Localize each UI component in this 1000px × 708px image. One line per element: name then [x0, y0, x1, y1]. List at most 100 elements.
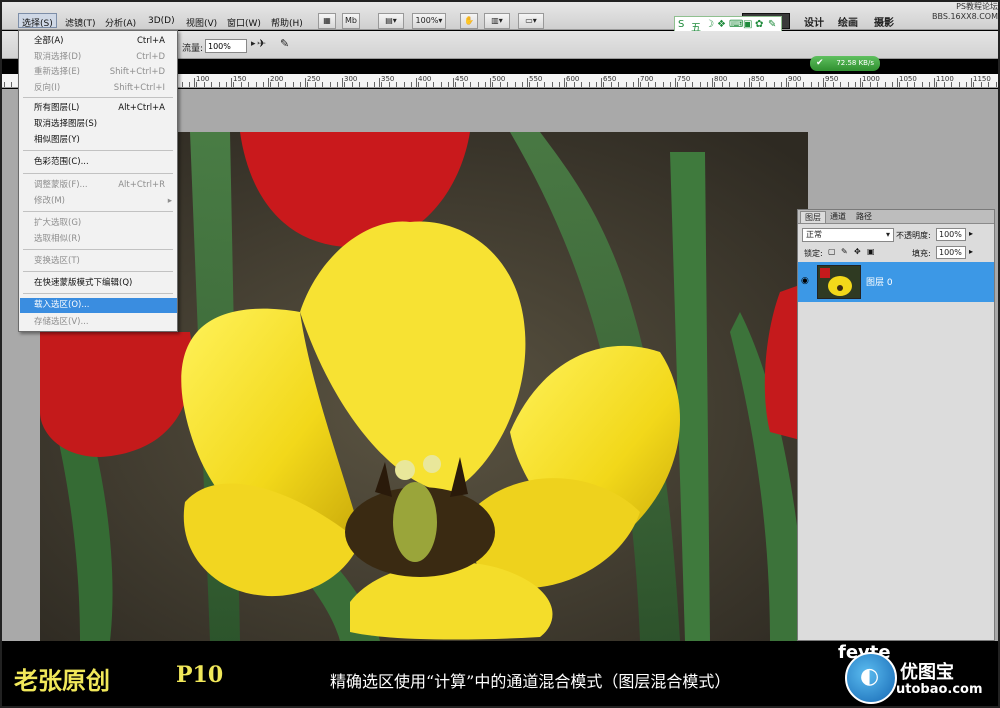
tab-layers[interactable]: 图层 — [800, 211, 826, 223]
layer-row[interactable]: ◉ 图层 0 — [798, 262, 994, 302]
opacity-slider-icon[interactable]: ▸ — [969, 229, 973, 238]
view-extras-dropdown[interactable]: ▤▾ — [378, 13, 404, 29]
punctuation-icon[interactable]: ❖ — [717, 19, 726, 30]
ruler-minor-tick — [293, 82, 294, 87]
workspace-photography[interactable]: 摄影 — [874, 14, 894, 29]
menu-item-all-layers[interactable]: 所有图层(L) Alt+Ctrl+A — [20, 101, 177, 116]
tablet-pressure-icon[interactable]: ✎ — [280, 37, 289, 50]
ruler-minor-tick — [700, 82, 701, 87]
airbrush-icon[interactable]: ✈ — [257, 37, 266, 50]
hand-tool-button[interactable]: ✋ — [460, 13, 478, 29]
ruler-minor-tick — [796, 82, 797, 87]
ruler-minor-tick — [278, 82, 279, 87]
ruler-tick-label: 450 — [455, 75, 469, 83]
ruler-minor-tick — [367, 82, 368, 87]
menu-item-color-range[interactable]: 色彩范围(C)... — [20, 155, 177, 170]
ruler-minor-tick — [907, 82, 908, 87]
fill-slider-icon[interactable]: ▸ — [969, 247, 973, 256]
ruler-tick — [453, 78, 454, 87]
menu-item-refine-mask[interactable]: 调整蒙版(F)... Alt+Ctrl+R — [20, 178, 177, 193]
menu-window[interactable]: 窗口(W) — [224, 14, 264, 29]
screen-mode-dropdown[interactable]: ▭▾ — [518, 13, 544, 29]
moon-icon[interactable]: ☽ — [705, 19, 714, 30]
blend-mode-select[interactable]: 正常 ▾ — [802, 228, 894, 242]
utobao-logo-text: 优图宝 — [900, 662, 954, 683]
launch-bridge-button[interactable]: ▦ — [318, 13, 336, 29]
tab-channels[interactable]: 通道 — [826, 211, 850, 223]
workspace-painting[interactable]: 绘画 — [838, 14, 858, 29]
flow-input[interactable] — [205, 39, 247, 53]
fill-label: 填充: — [912, 249, 931, 258]
menu-item-grow[interactable]: 扩大选取(G) — [20, 216, 177, 231]
select-menu-dropdown: 全部(A) Ctrl+A 取消选择(D) Ctrl+D 重新选择(E) Shift+Ctr… — [18, 30, 178, 332]
eye-icon[interactable]: ◉ — [801, 276, 813, 286]
menu-item-label: 所有图层(L) — [34, 103, 80, 113]
menu-item-transform-selection[interactable]: 变换选区(T) — [20, 254, 177, 269]
menu-item-similar[interactable]: 选取相似(R) — [20, 232, 177, 247]
flow-dropdown-icon[interactable]: ▸ — [251, 39, 256, 49]
ruler-minor-tick — [374, 82, 375, 87]
ruler-minor-tick — [307, 82, 308, 87]
author-title: 老张原创 — [14, 666, 110, 695]
menu-item-reselect[interactable]: 重新选择(E) Shift+Ctrl+D — [20, 65, 177, 80]
menu-item-label: 相似图层(Y) — [34, 135, 80, 145]
menu-item-quick-mask[interactable]: 在快速蒙版模式下编辑(Q) — [20, 276, 177, 291]
menu-item-deselect-layers[interactable]: 取消选择图层(S) — [20, 117, 177, 132]
menu-item-all[interactable]: 全部(A) Ctrl+A — [20, 34, 177, 49]
arrange-documents-dropdown[interactable]: ▥▾ — [484, 13, 510, 29]
menu-item-similar-layers[interactable]: 相似图层(Y) — [20, 133, 177, 148]
ruler-minor-tick — [263, 82, 264, 87]
menu-3d[interactable]: 3D(D) — [145, 14, 178, 29]
menu-item-modify[interactable]: 修改(M) ▸ — [20, 194, 177, 209]
lock-position-icon[interactable]: ✥ — [854, 247, 861, 256]
menu-item-inverse[interactable]: 反向(I) Shift+Ctrl+I — [20, 81, 177, 96]
lock-image-icon[interactable]: ✎ — [841, 247, 848, 256]
ruler-minor-tick — [870, 82, 871, 87]
menu-item-deselect[interactable]: 取消选择(D) Ctrl+D — [20, 50, 177, 65]
ruler-minor-tick — [426, 82, 427, 87]
menu-select[interactable]: 选择(S) — [18, 13, 57, 29]
ruler-tick — [934, 78, 935, 87]
menu-separator — [23, 249, 173, 250]
menu-item-save-selection[interactable]: 存储选区(V)... — [20, 315, 177, 330]
zoom-level-dropdown[interactable]: 100%▾ — [412, 13, 446, 29]
workspace-design[interactable]: 设计 — [804, 14, 824, 29]
ruler-minor-tick — [744, 82, 745, 87]
menu-separator — [23, 173, 173, 174]
menu-item-load-selection[interactable]: 载入选区(O)... — [20, 298, 177, 313]
ruler-minor-tick — [337, 82, 338, 87]
flower-icon[interactable]: ✿ — [755, 19, 763, 30]
menu-analysis[interactable]: 分析(A) — [102, 14, 139, 29]
keyboard-icon[interactable]: ⌨ — [729, 19, 743, 30]
ruler-minor-tick — [559, 82, 560, 87]
menu-help[interactable]: 帮助(H) — [268, 14, 306, 29]
skin-icon[interactable]: ▣ — [743, 19, 752, 30]
menu-filter[interactable]: 滤镜(T) — [62, 14, 99, 29]
ruler-tick — [860, 78, 861, 87]
ruler-minor-tick — [315, 82, 316, 87]
ruler-tick — [231, 78, 232, 87]
ruler-tick — [564, 78, 565, 87]
ruler-minor-tick — [330, 82, 331, 87]
opacity-input[interactable]: 100% — [936, 228, 966, 241]
ruler-minor-tick — [774, 82, 775, 87]
ruler-tick-label: 150 — [233, 75, 247, 83]
ruler-minor-tick — [256, 82, 257, 87]
sogou-icon[interactable]: S — [678, 19, 684, 30]
menu-item-label: 存储选区(V)... — [34, 317, 89, 327]
tab-paths[interactable]: 路径 — [852, 211, 876, 223]
lock-all-icon[interactable]: ▣ — [867, 247, 875, 256]
ruler-minor-tick — [936, 82, 937, 87]
utobao-logo-url: utobao.com — [896, 682, 983, 697]
lock-transparent-icon[interactable]: ▢ — [828, 247, 836, 256]
ruler-minor-tick — [529, 82, 530, 87]
fill-input[interactable]: 100% — [936, 246, 966, 259]
ruler-minor-tick — [470, 82, 471, 87]
layer-name: 图层 0 — [866, 278, 893, 288]
launch-mini-bridge-button[interactable]: Mb — [342, 13, 360, 29]
site-watermark-line2: BBS.16XX8.COM — [931, 12, 998, 21]
menu-view[interactable]: 视图(V) — [183, 14, 220, 29]
ruler-minor-tick — [685, 82, 686, 87]
tools-icon[interactable]: ✎ — [768, 19, 776, 30]
ruler-tick — [268, 78, 269, 87]
